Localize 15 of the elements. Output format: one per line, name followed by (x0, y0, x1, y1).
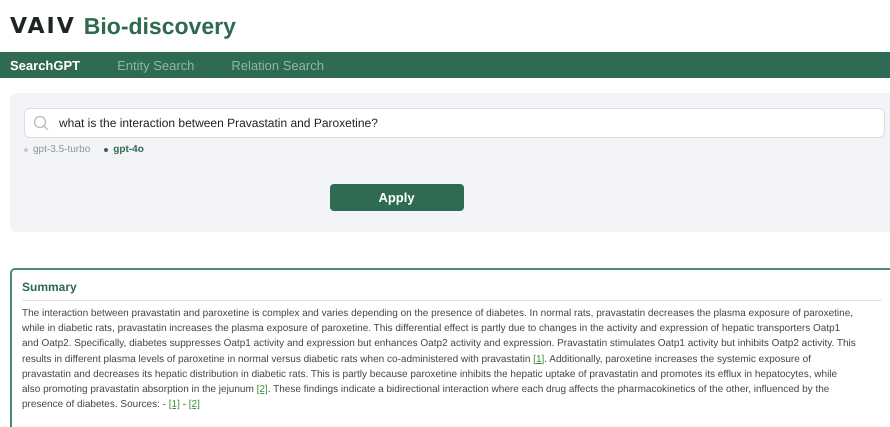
citation-link[interactable]: [1] (533, 354, 544, 365)
summary-text: The interaction between pravastatin and paroxetine is complex and varies depending on the presence of diabetes. In normal rats, pravastatin decreases the plasma exposure of paroxetine, while in diabetic rats, pravastatin increases the plasma exposure of paroxetine. This differential effect is partly due to changes in the activity and expression of hepatic transporters Oatp1 and Oatp2. Specifically, diabetes suppresses Oatp1 activity and expression but enhances Oatp2 activity and expression. Pravastatin stimulates Oatp1 activity but inhibits Oatp2 activity. This results in different plasma levels of paroxetine in normal versus diabetic rats when co-administered with pravastatin [1]. Additionally, paroxetine increases the systemic exposure of pravastatin and decreases its hepatic distribution in diabetic rats. This is partly because paroxetine inhibits the hepatic uptake of pravastatin and promotes its efflux in hepatocytes, while also promoting pravastatin absorption in the jejunum [2]. These findings indicate a bidirectional interaction where each drug affects the pharmacokinetics of the other, influenced by the presence of diabetes. Sources: - [1] - [2] (22, 307, 857, 412)
brand-logo: VAIV (10, 14, 76, 38)
nav-tab[interactable]: SearchGPT (10, 58, 80, 72)
model-option[interactable]: gpt-3.5-turbo (24, 144, 90, 155)
model-option[interactable]: gpt-4o (104, 144, 144, 155)
citation-link[interactable]: [2] (256, 384, 268, 396)
summary-heading: Summary (22, 280, 78, 294)
app-title: Bio-discovery (84, 12, 236, 40)
citation-link[interactable]: [2] (188, 399, 200, 410)
citation-link[interactable]: [1] (168, 399, 180, 410)
nav-tab[interactable]: Relation Search (231, 58, 324, 72)
search-field[interactable]: what is the interaction between Pravastatin and Paroxetine? (24, 108, 885, 138)
nav-tab[interactable]: Entity Search (117, 58, 194, 72)
apply-button[interactable]: Apply (330, 184, 464, 211)
